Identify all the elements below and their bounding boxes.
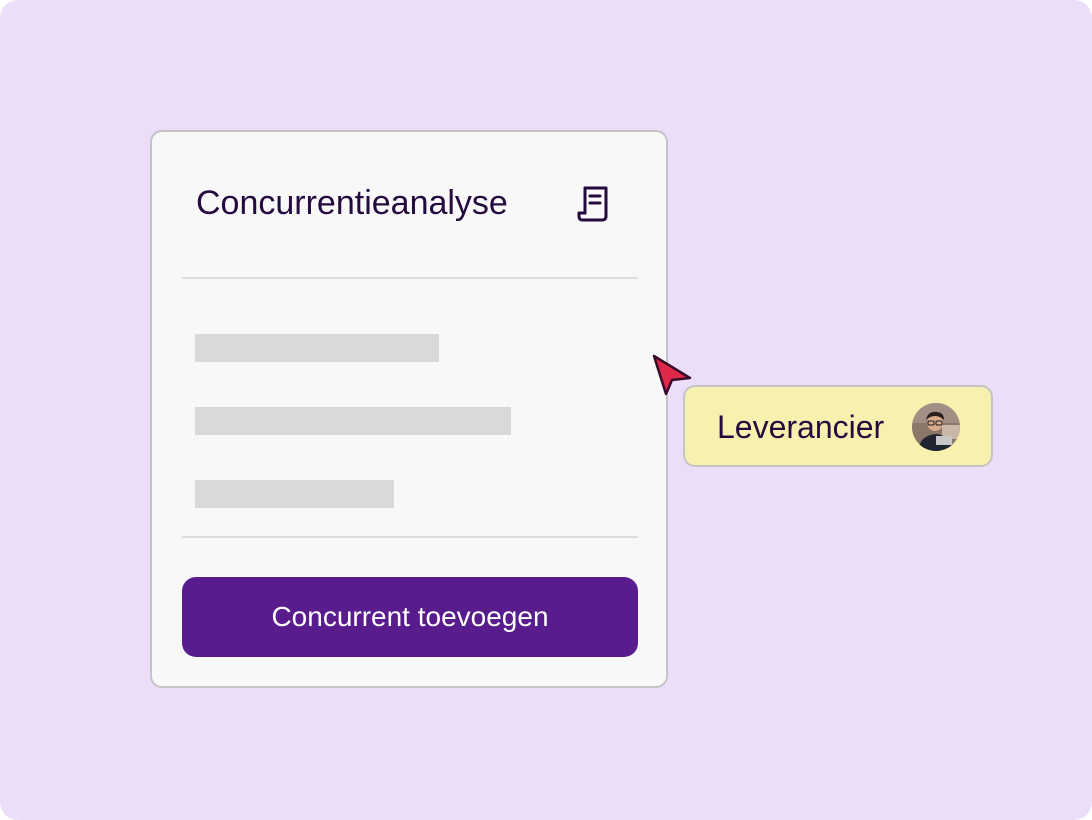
placeholder-line: [195, 407, 511, 435]
document-icon: [577, 186, 608, 222]
header-divider: [182, 277, 638, 279]
add-competitor-button[interactable]: Concurrent toevoegen: [182, 577, 638, 657]
placeholder-line: [195, 334, 439, 362]
user-avatar: [912, 403, 960, 451]
canvas: Concurrentieanalyse Concurrent toevoegen…: [0, 0, 1092, 820]
competitor-analysis-card: Concurrentieanalyse Concurrent toevoegen: [150, 130, 668, 688]
card-title: Concurrentieanalyse: [196, 184, 508, 222]
placeholder-line: [195, 480, 394, 508]
user-tag-label: Leverancier: [717, 409, 885, 445]
user-tag: Leverancier: [683, 385, 993, 467]
footer-divider: [182, 536, 638, 538]
